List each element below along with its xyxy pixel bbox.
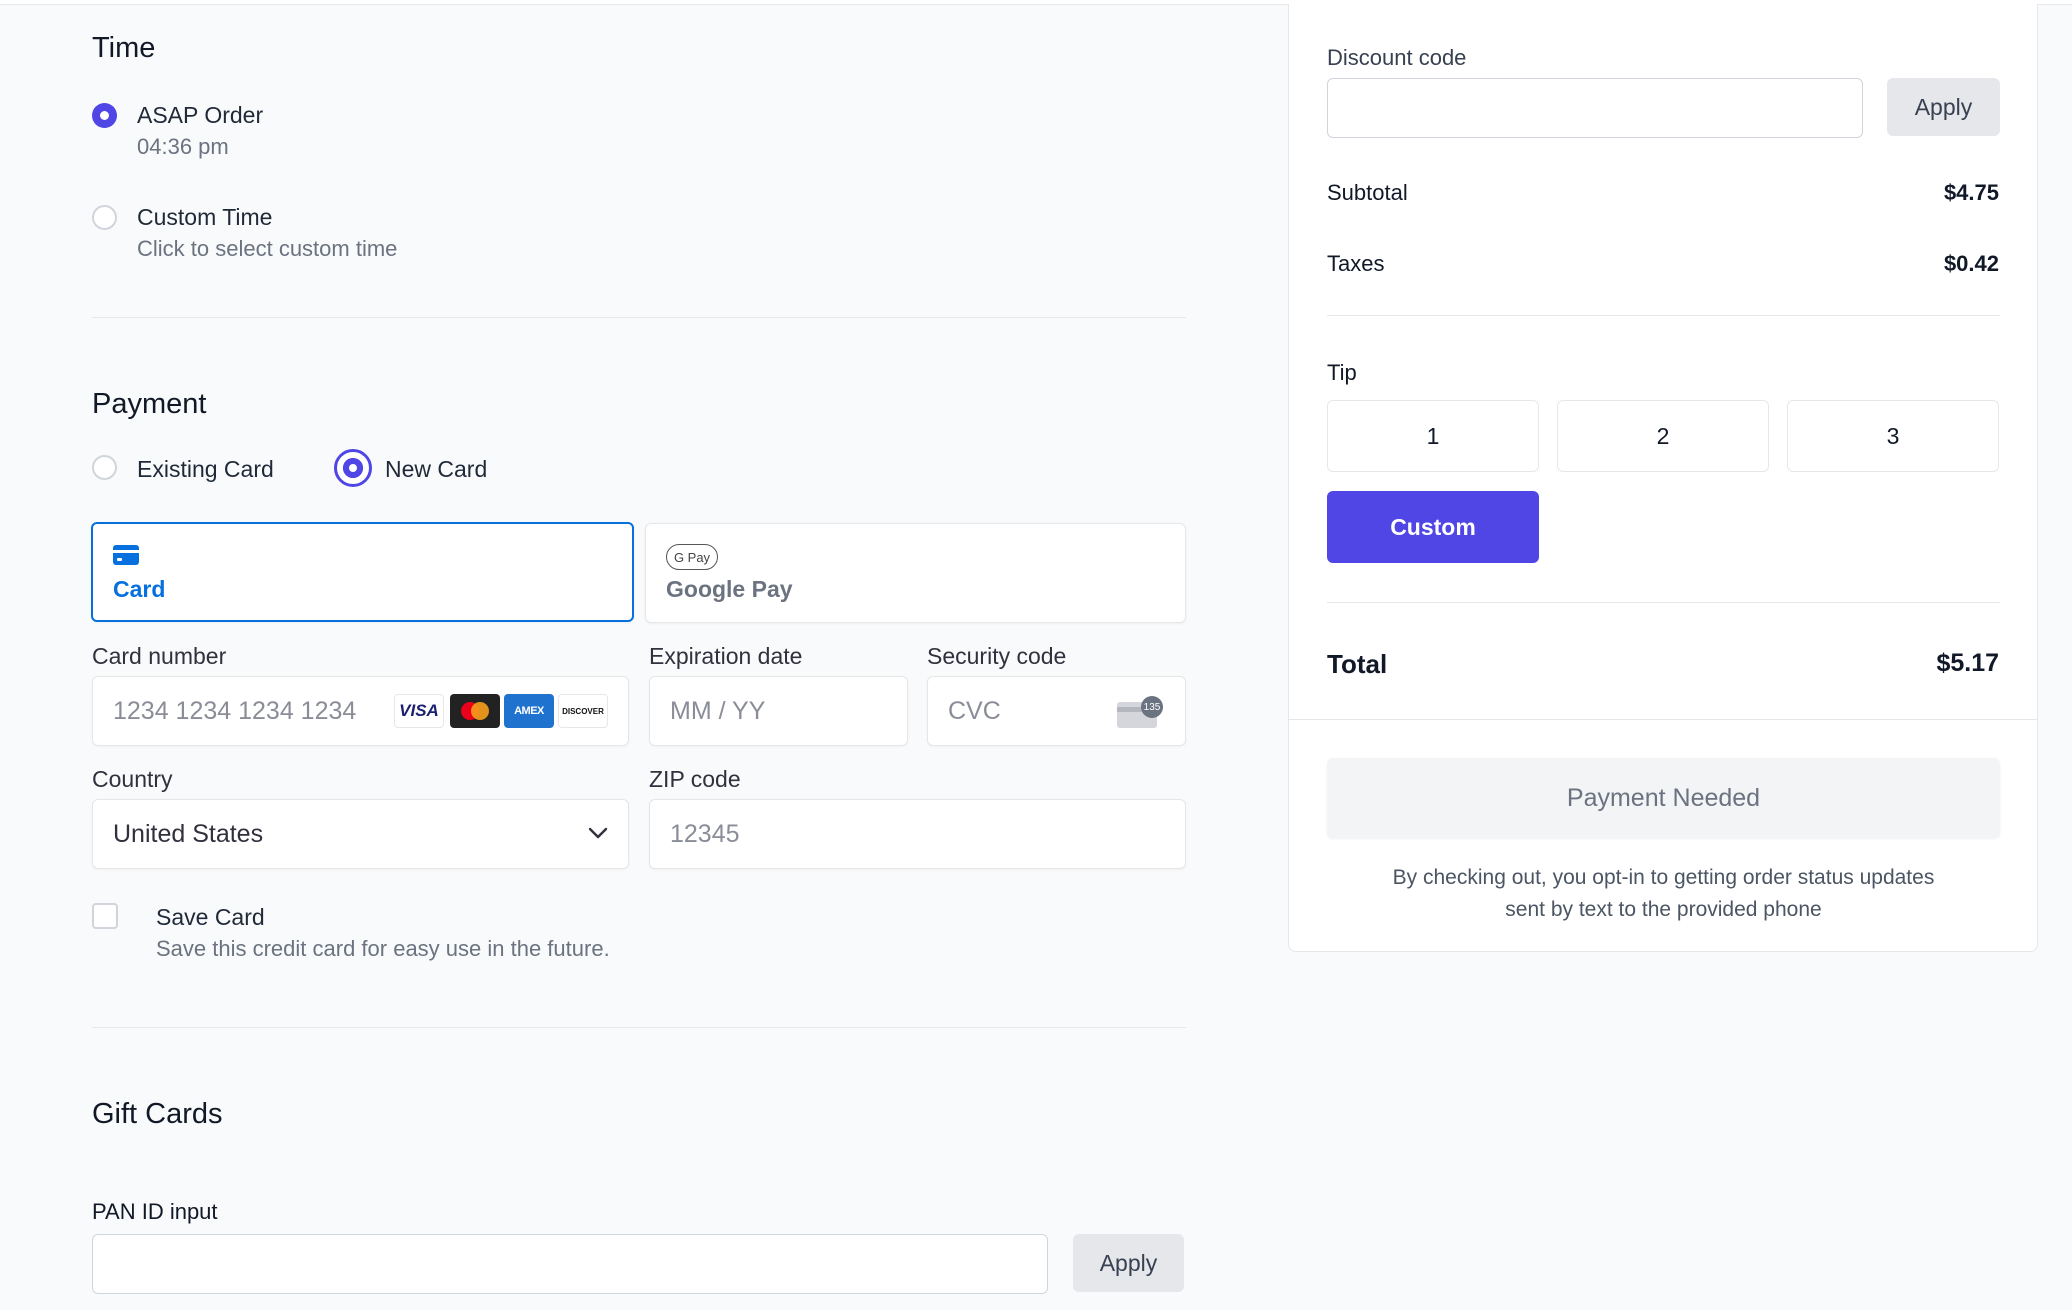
total-value: $5.17 <box>1936 649 1999 677</box>
security-code-placeholder: CVC <box>948 697 1001 725</box>
tip-option-3[interactable]: 3 <box>1787 400 1999 472</box>
time-section-title: Time <box>92 32 156 64</box>
country-value: United States <box>113 820 264 848</box>
country-label: Country <box>92 766 173 792</box>
google-pay-tab[interactable]: G Pay Google Pay <box>645 523 1186 623</box>
amex-icon: AMEX <box>504 694 554 728</box>
tip-custom-button[interactable]: Custom <box>1327 491 1539 563</box>
expiration-date-placeholder: MM / YY <box>670 697 766 725</box>
new-card-label: New Card <box>385 456 488 482</box>
asap-order-radio[interactable] <box>92 103 117 128</box>
cvc-card-icon: 135 <box>1117 696 1163 728</box>
credit-card-icon <box>113 544 139 571</box>
save-card-subtext: Save this credit card for easy use in th… <box>156 936 610 961</box>
save-card-label: Save Card <box>156 904 265 930</box>
summary-divider <box>1327 602 2000 603</box>
google-pay-tab-label: Google Pay <box>666 576 793 602</box>
custom-time-radio[interactable] <box>92 205 117 230</box>
discover-icon: DISCOVER <box>558 694 608 728</box>
discount-code-input[interactable] <box>1327 78 1863 138</box>
country-select[interactable]: United States <box>92 799 629 869</box>
payment-section-title: Payment <box>92 388 207 420</box>
cvc-badge: 135 <box>1141 696 1163 718</box>
zip-code-placeholder: 12345 <box>670 820 740 848</box>
taxes-value: $0.42 <box>1943 251 1999 276</box>
section-divider <box>92 317 1186 318</box>
card-number-placeholder: 1234 1234 1234 1234 <box>113 697 357 725</box>
section-divider <box>92 1027 1186 1028</box>
tip-option-1[interactable]: 1 <box>1327 400 1539 472</box>
sms-optin-note-line2: sent by text to the provided phone <box>1505 898 1822 921</box>
new-card-radio[interactable] <box>334 449 372 487</box>
custom-time-subtext[interactable]: Click to select custom time <box>137 236 397 262</box>
mastercard-icon <box>450 694 500 728</box>
discount-apply-button[interactable]: Apply <box>1887 78 2000 136</box>
pan-id-label: PAN ID input <box>92 1199 218 1224</box>
zip-code-input[interactable]: 12345 <box>649 799 1186 869</box>
discount-code-label: Discount code <box>1327 45 1467 70</box>
google-pay-icon: G Pay <box>666 544 718 570</box>
custom-time-label: Custom Time <box>137 204 273 230</box>
summary-divider <box>1327 315 2000 316</box>
security-code-label: Security code <box>927 643 1067 669</box>
existing-card-radio[interactable] <box>92 455 117 480</box>
total-label: Total <box>1327 649 1388 679</box>
expiration-date-label: Expiration date <box>649 643 803 669</box>
sms-optin-note-line1: By checking out, you opt-in to getting o… <box>1392 866 1935 889</box>
taxes-label: Taxes <box>1327 251 1385 276</box>
security-code-input[interactable]: CVC 135 <box>927 676 1186 746</box>
card-tab[interactable]: Card <box>91 522 634 622</box>
gift-cards-section-title: Gift Cards <box>92 1098 223 1130</box>
chevron-down-icon <box>588 826 608 845</box>
card-number-input[interactable]: 1234 1234 1234 1234 VISA AMEX DISCOVER <box>92 676 629 746</box>
subtotal-value: $4.75 <box>1943 180 1999 205</box>
tip-label: Tip <box>1327 360 1357 385</box>
summary-divider <box>1289 719 2038 720</box>
visa-icon: VISA <box>394 694 444 728</box>
save-card-checkbox[interactable] <box>92 903 118 929</box>
subtotal-label: Subtotal <box>1327 180 1408 205</box>
asap-order-label: ASAP Order <box>137 102 264 128</box>
existing-card-label: Existing Card <box>137 456 274 482</box>
order-summary-panel: Discount code Apply Subtotal $4.75 Taxes… <box>1288 4 2038 952</box>
gift-apply-button[interactable]: Apply <box>1073 1234 1184 1292</box>
payment-needed-button[interactable]: Payment Needed <box>1327 758 2000 838</box>
expiration-date-input[interactable]: MM / YY <box>649 676 908 746</box>
pan-id-input[interactable] <box>92 1234 1048 1294</box>
card-number-label: Card number <box>92 643 227 669</box>
asap-order-time: 04:36 pm <box>137 134 229 159</box>
card-tab-label: Card <box>113 576 166 602</box>
tip-option-2[interactable]: 2 <box>1557 400 1769 472</box>
zip-code-label: ZIP code <box>649 766 741 792</box>
